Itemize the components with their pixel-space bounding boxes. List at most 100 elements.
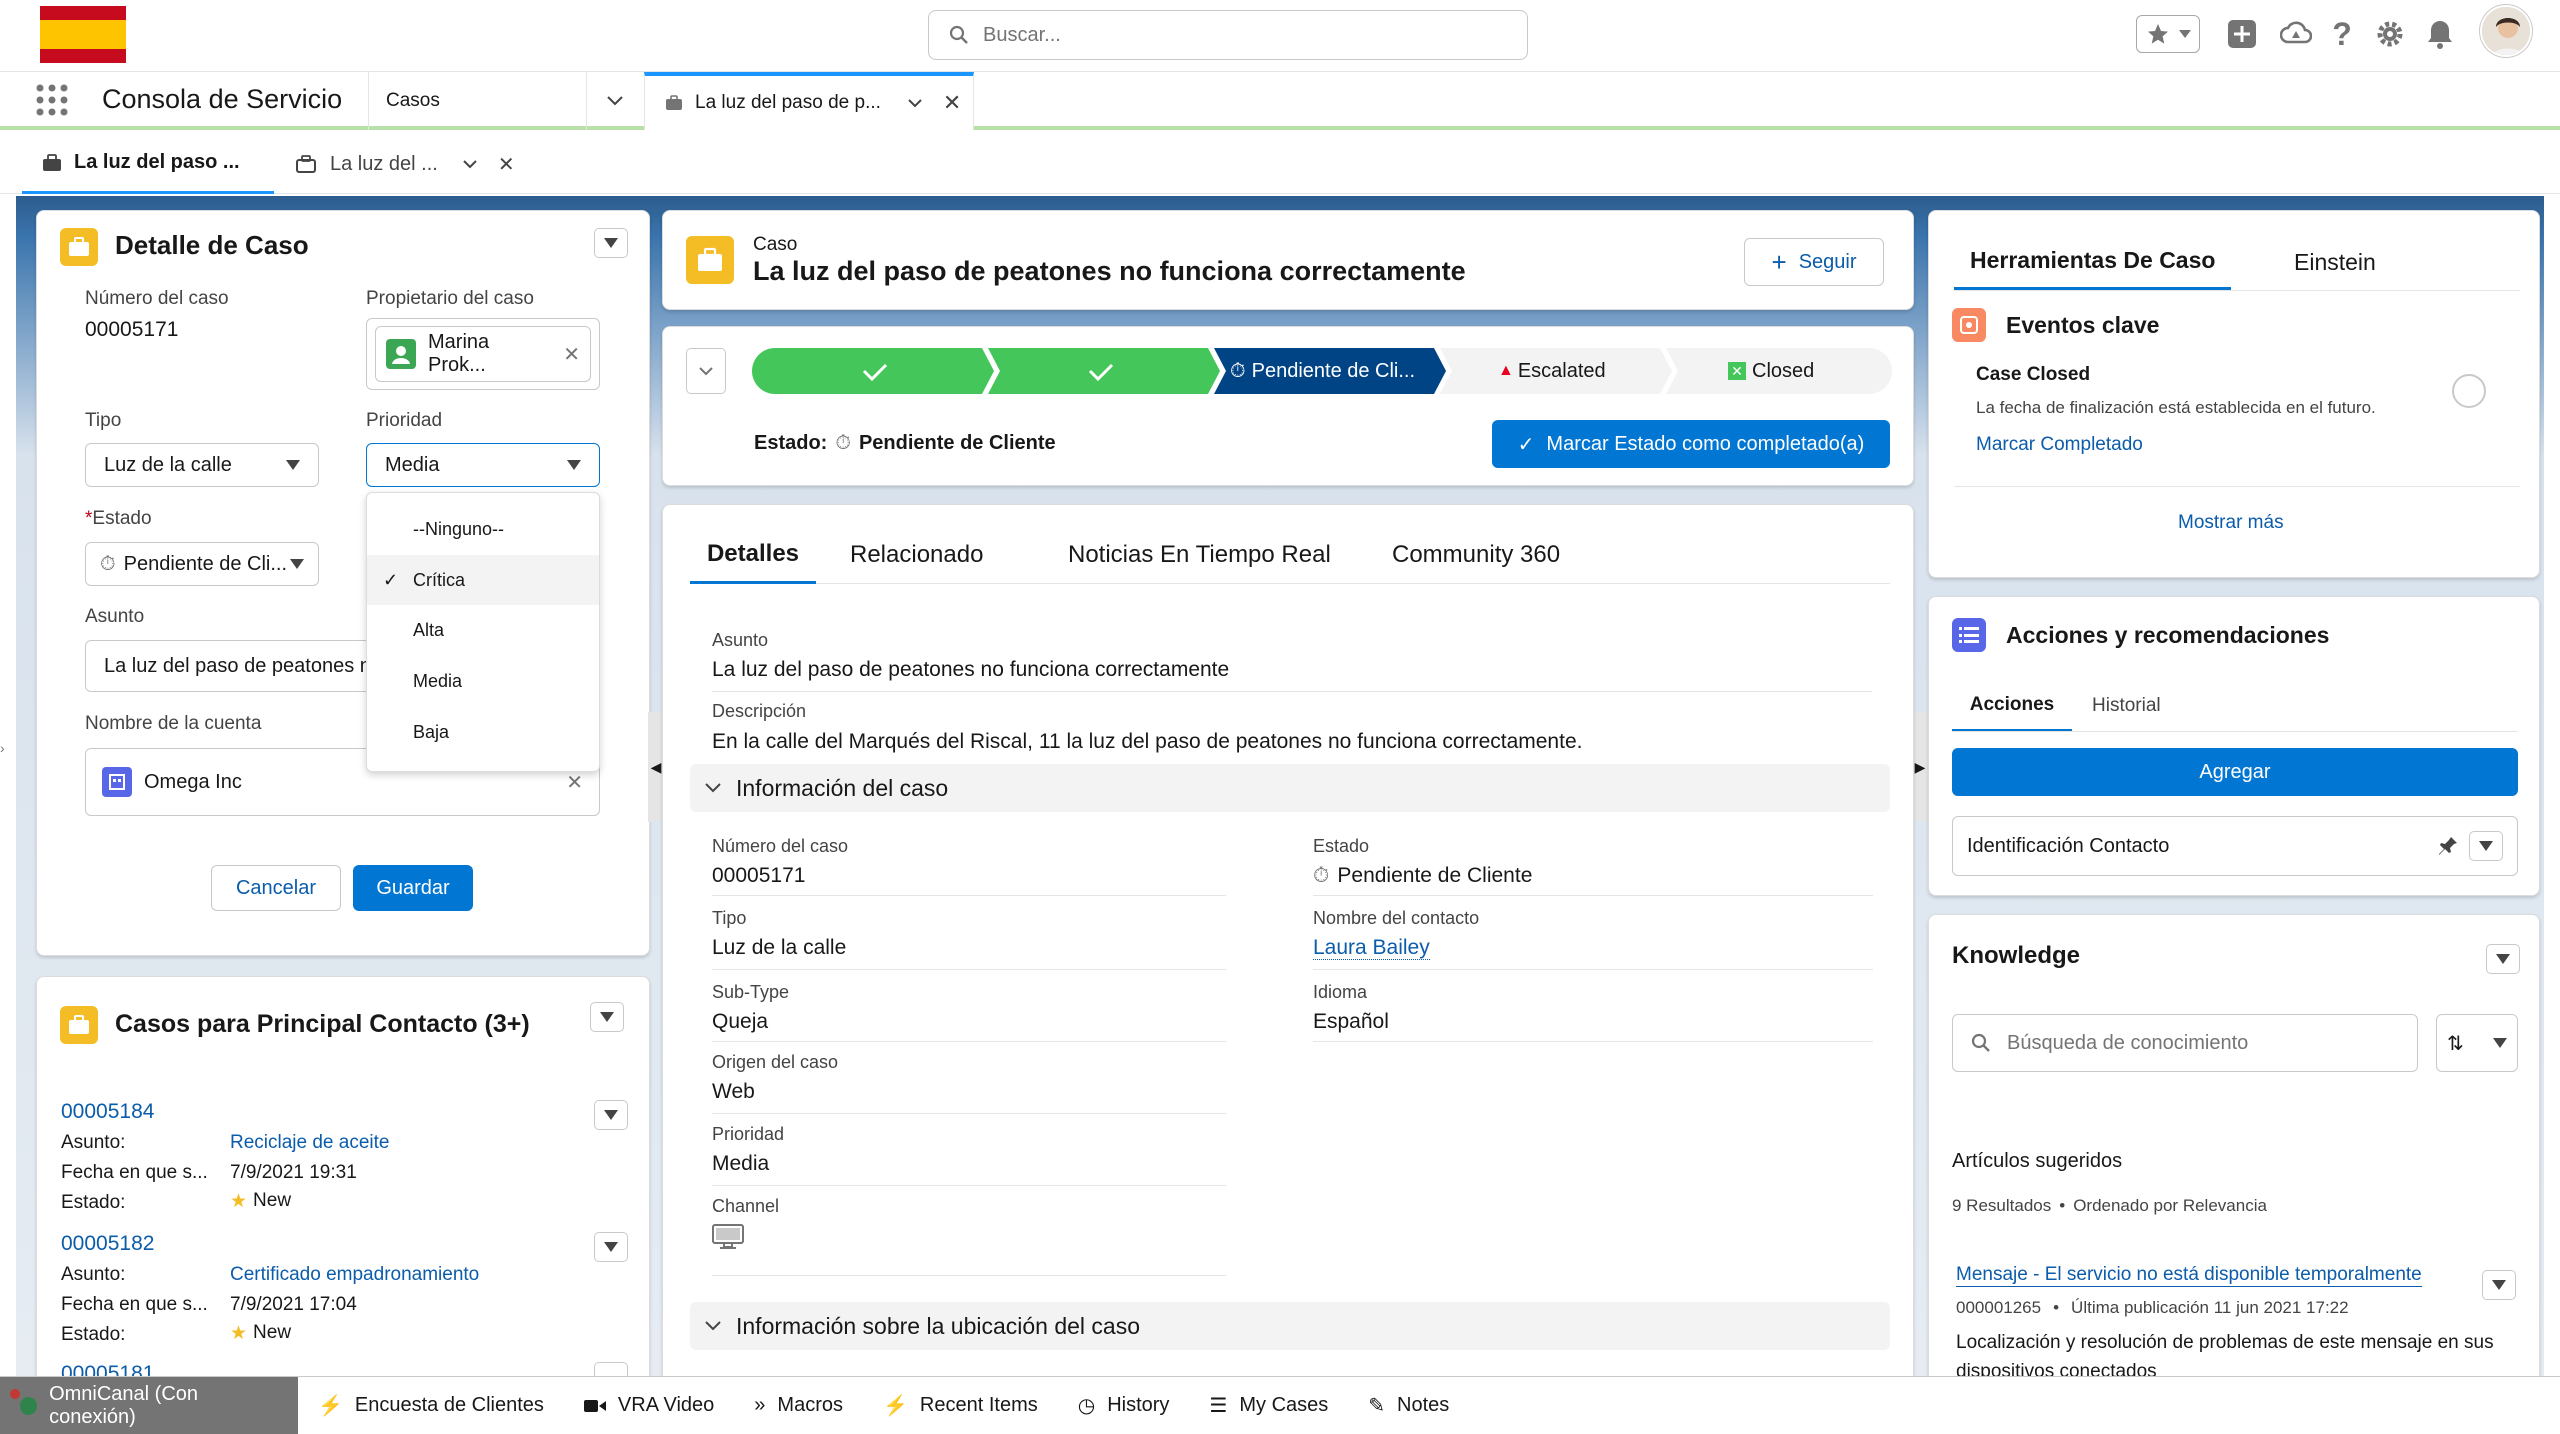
- priority-picklist[interactable]: Media: [366, 443, 600, 487]
- priority-option-alta[interactable]: Alta: [367, 605, 599, 656]
- priority-option-media[interactable]: Media: [367, 656, 599, 707]
- utility-omnichannel[interactable]: OmniCanal (Con conexión): [0, 1376, 298, 1434]
- close-icon[interactable]: ✕: [943, 90, 961, 116]
- owner-field[interactable]: Marina Prok... ✕: [366, 318, 600, 390]
- event-complete-toggle-icon[interactable]: [2452, 374, 2486, 408]
- case-icon: [296, 154, 318, 174]
- knowledge-sort-button[interactable]: ⇅: [2436, 1014, 2518, 1072]
- show-more-link[interactable]: Mostrar más: [2178, 512, 2284, 534]
- app-launcher-icon[interactable]: [36, 84, 68, 116]
- path-current-text: Pendiente de Cli...: [1251, 359, 1416, 382]
- nav-tab-casos-menu[interactable]: [586, 72, 642, 130]
- path-current-label[interactable]: ⏱ Pendiente de Cli...: [1230, 348, 1415, 394]
- mark-completed-link[interactable]: Marcar Completado: [1976, 434, 2143, 456]
- related-cases-title: Casos para Principal Contacto (3+): [115, 1010, 530, 1038]
- related-cases-menu-button[interactable]: [590, 1002, 624, 1032]
- star-icon: ★: [230, 1191, 248, 1212]
- related-date-label: Fecha en que s...: [61, 1162, 208, 1183]
- priority-option-baja[interactable]: Baja: [367, 707, 599, 758]
- tab-herramientas[interactable]: Herramientas De Caso: [1954, 234, 2232, 290]
- account-icon: [102, 767, 132, 797]
- utility-recent-items[interactable]: ⚡ Recent Items: [863, 1377, 1058, 1434]
- knowledge-search-input[interactable]: Búsqueda de conocimiento: [1952, 1014, 2418, 1072]
- event-description: La fecha de finalización está establecid…: [1976, 398, 2376, 417]
- chevron-down-icon[interactable]: [462, 159, 478, 169]
- status-label: Estado: [92, 508, 152, 529]
- action-item[interactable]: Identificación Contacto: [1952, 816, 2518, 876]
- utility-notes[interactable]: ✎ Notes: [1348, 1377, 1469, 1434]
- cancel-button[interactable]: Cancelar: [211, 865, 341, 911]
- actions-title: Acciones y recomendaciones: [2006, 622, 2330, 648]
- nav-tab-record[interactable]: La luz del paso de p... ✕: [644, 72, 974, 130]
- path-toggle-button[interactable]: [686, 348, 726, 394]
- status-picklist[interactable]: ⏱ Pendiente de Cli...: [85, 542, 319, 586]
- tab-acciones[interactable]: Acciones: [1952, 680, 2072, 732]
- detail-card-menu-button[interactable]: [594, 228, 628, 258]
- case-object-icon: [686, 236, 734, 284]
- add-action-button[interactable]: Agregar: [1952, 748, 2518, 796]
- user-avatar[interactable]: [2480, 5, 2532, 57]
- events-icon: [1952, 308, 1986, 342]
- left-utility-toggle-icon[interactable]: ›: [0, 740, 12, 770]
- related-case-number-partial[interactable]: 00005181: [61, 1362, 154, 1376]
- path-escalated-label[interactable]: ▲ Escalated: [1498, 348, 1606, 394]
- subtab-second[interactable]: La luz del ... ✕: [278, 134, 518, 194]
- section-ubicacion-del-caso[interactable]: Información sobre la ubicación del caso: [690, 1302, 1890, 1350]
- gear-icon[interactable]: [2370, 14, 2410, 54]
- utility-my-cases-label: My Cases: [1239, 1394, 1329, 1416]
- chevron-down-icon: [600, 1012, 614, 1022]
- tab-community-360[interactable]: Community 360: [1392, 526, 1560, 584]
- tab-noticias[interactable]: Noticias En Tiempo Real: [1068, 526, 1331, 584]
- help-icon[interactable]: ?: [2324, 14, 2360, 54]
- nav-tab-casos[interactable]: Casos: [386, 72, 586, 130]
- save-button[interactable]: Guardar: [353, 865, 473, 911]
- article-title-link[interactable]: Mensaje - El servicio no está disponible…: [1956, 1264, 2422, 1287]
- chevron-down-icon[interactable]: [907, 98, 923, 108]
- mark-complete-button[interactable]: ✓ Marcar Estado como completado(a): [1492, 420, 1890, 468]
- follow-button[interactable]: + Seguir: [1744, 238, 1884, 286]
- priority-option-ninguno[interactable]: --Ninguno--: [367, 503, 599, 555]
- related-subject-link[interactable]: Certificado empadronamiento: [230, 1264, 479, 1286]
- events-title: Eventos clave: [2006, 312, 2160, 338]
- right-panel-collapse-icon[interactable]: ▶: [1912, 712, 1928, 822]
- trailhead-cloud-icon[interactable]: [2276, 14, 2316, 54]
- utility-my-cases[interactable]: ☰ My Cases: [1189, 1377, 1348, 1434]
- related-case-number[interactable]: 00005182: [61, 1232, 154, 1256]
- utility-history[interactable]: ◷ History: [1058, 1377, 1190, 1434]
- utility-macros[interactable]: » Macros: [734, 1377, 863, 1434]
- related-case-menu-button[interactable]: [594, 1362, 628, 1376]
- tab-detalles[interactable]: Detalles: [690, 526, 816, 584]
- tab-relacionado[interactable]: Relacionado: [850, 526, 983, 584]
- info-contact-link[interactable]: Laura Bailey: [1313, 936, 1430, 960]
- article-number: 000001265: [1956, 1298, 2042, 1317]
- article-menu-button[interactable]: [2482, 1270, 2516, 1300]
- close-icon[interactable]: ✕: [498, 152, 515, 177]
- bell-icon[interactable]: [2420, 14, 2460, 54]
- pin-icon[interactable]: [2437, 835, 2459, 857]
- tab-historial[interactable]: Historial: [2092, 680, 2161, 732]
- action-item-menu-button[interactable]: [2469, 831, 2503, 861]
- knowledge-menu-button[interactable]: [2486, 944, 2520, 974]
- priority-option-critica[interactable]: ✓ Crítica: [367, 555, 599, 605]
- utility-vra-video[interactable]: VRA Video: [564, 1377, 734, 1434]
- global-actions-plus-icon[interactable]: [2222, 14, 2262, 54]
- related-date-label: Fecha en que s...: [61, 1294, 208, 1315]
- timer-icon: ⏱: [100, 552, 116, 575]
- favorites-button[interactable]: [2136, 15, 2200, 53]
- section-informacion-del-caso[interactable]: Información del caso: [690, 764, 1890, 812]
- related-case-number[interactable]: 00005184: [61, 1100, 154, 1124]
- type-picklist[interactable]: Luz de la calle: [85, 443, 319, 487]
- related-case-menu-button[interactable]: [594, 1232, 628, 1262]
- related-case-menu-button[interactable]: [594, 1100, 628, 1130]
- subtab-active[interactable]: La luz del paso ...: [22, 134, 274, 194]
- info-origin-label: Origen del caso: [712, 1052, 839, 1072]
- related-subject-link[interactable]: Reciclaje de aceite: [230, 1132, 389, 1154]
- path-closed-label[interactable]: ✕ Closed: [1728, 348, 1814, 394]
- tab-einstein[interactable]: Einstein: [2294, 234, 2376, 290]
- utility-survey[interactable]: ⚡ Encuesta de Clientes: [298, 1377, 564, 1434]
- global-search-input[interactable]: Buscar...: [928, 10, 1528, 60]
- chevron-down-icon: [704, 1320, 722, 1332]
- clear-icon[interactable]: ✕: [563, 342, 580, 367]
- clear-icon[interactable]: ✕: [566, 770, 583, 795]
- priority-label: Prioridad: [366, 410, 443, 431]
